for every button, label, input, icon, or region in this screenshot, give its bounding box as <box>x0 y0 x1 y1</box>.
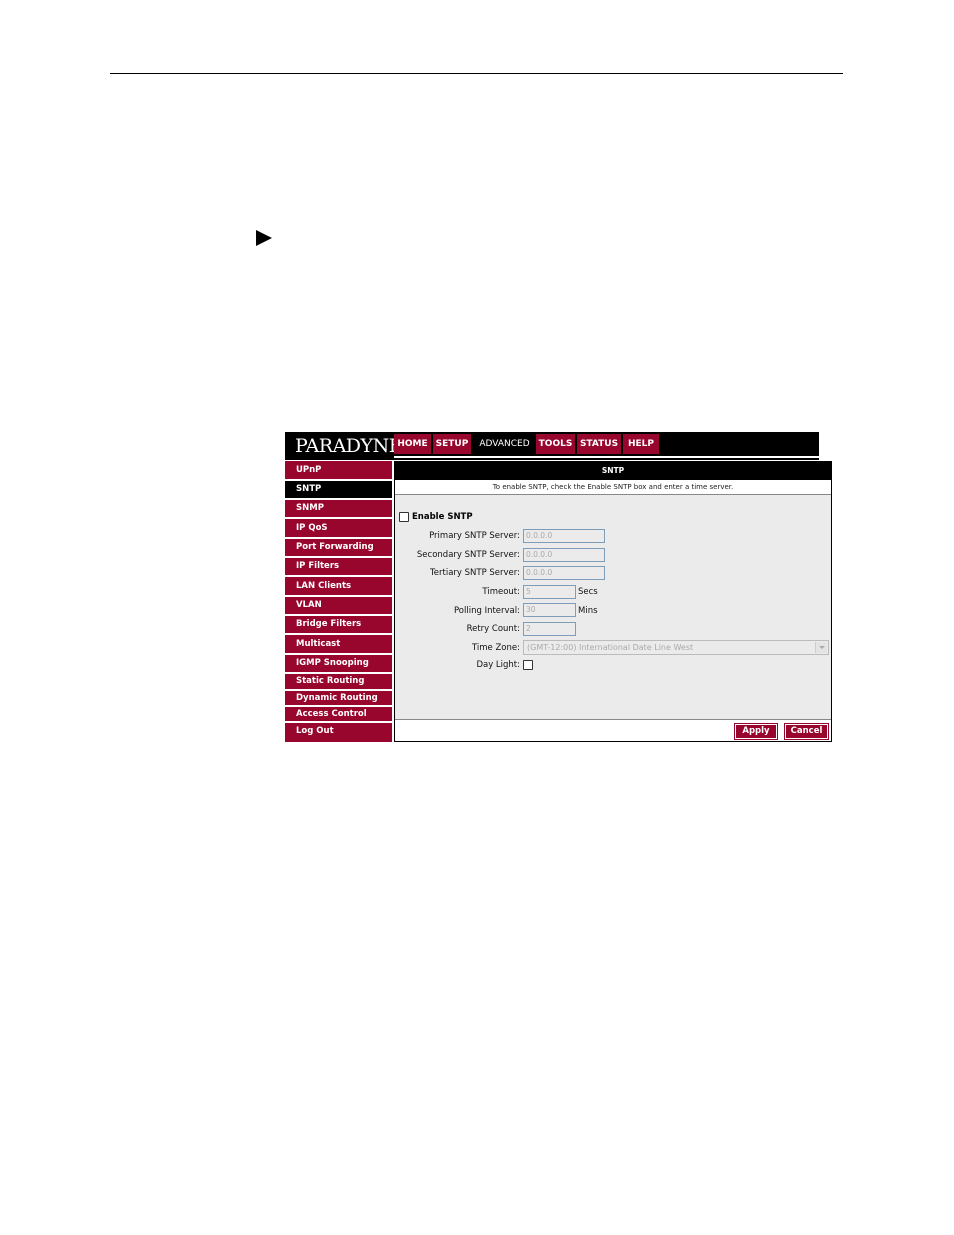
sidebar-item-vlan[interactable]: VLAN <box>285 597 392 616</box>
primary-server-label: Primary SNTP Server: <box>429 531 520 541</box>
router-ui-screenshot: PARADYNE HOME SETUP ADVANCED TOOLS STATU… <box>285 432 832 742</box>
nav-help[interactable]: HELP <box>623 434 659 454</box>
timeout-input[interactable]: 5 <box>523 585 576 599</box>
panel-title: SNTP <box>395 462 831 480</box>
enable-sntp-checkbox[interactable] <box>399 512 409 522</box>
secondary-server-label: Secondary SNTP Server: <box>416 550 520 560</box>
sidebar-item-bridge-filters[interactable]: Bridge Filters <box>285 616 392 635</box>
sidebar-item-port-forwarding[interactable]: Port Forwarding <box>285 539 392 558</box>
sidebar-item-ip-filters[interactable]: IP Filters <box>285 558 392 577</box>
sidebar-item-igmp-snooping[interactable]: IGMP Snooping <box>285 655 392 674</box>
paradyne-logo: PARADYNE <box>295 435 403 457</box>
nav-home[interactable]: HOME <box>394 434 431 454</box>
tertiary-server-label: Tertiary SNTP Server: <box>430 568 520 578</box>
nav-status[interactable]: STATUS <box>577 434 621 454</box>
apply-button[interactable]: Apply <box>734 723 778 740</box>
time-zone-label: Time Zone: <box>471 643 520 653</box>
panel-description: To enable SNTP, check the Enable SNTP bo… <box>395 480 831 495</box>
sidebar-item-upnp[interactable]: UPnP <box>285 461 392 481</box>
sntp-panel: SNTP To enable SNTP, check the Enable SN… <box>394 461 832 742</box>
time-zone-select[interactable]: (GMT-12:00) International Date Line West <box>523 640 829 655</box>
sidebar-item-lan-clients[interactable]: LAN Clients <box>285 577 392 597</box>
secondary-server-input[interactable]: 0.0.0.0 <box>523 548 605 562</box>
top-bar: PARADYNE HOME SETUP ADVANCED TOOLS STATU… <box>285 432 819 460</box>
sidebar-item-static-routing[interactable]: Static Routing <box>285 674 392 691</box>
polling-interval-input[interactable]: 30 <box>523 603 576 617</box>
sidebar-item-access-control[interactable]: Access Control <box>285 707 392 723</box>
time-zone-value: (GMT-12:00) International Date Line West <box>527 643 694 652</box>
polling-interval-label: Polling Interval: <box>453 606 520 616</box>
nav-tools[interactable]: TOOLS <box>536 434 575 454</box>
enable-sntp-label: Enable SNTP <box>412 512 473 522</box>
sidebar-item-dynamic-routing[interactable]: Dynamic Routing <box>285 691 392 707</box>
retry-count-input[interactable]: 2 <box>523 622 576 636</box>
tertiary-server-input[interactable]: 0.0.0.0 <box>523 566 605 580</box>
timeout-label: Timeout: <box>482 587 520 597</box>
retry-count-label: Retry Count: <box>466 624 520 634</box>
cancel-button[interactable]: Cancel <box>784 723 829 740</box>
nav-advanced[interactable]: ADVANCED <box>473 434 536 454</box>
polling-interval-unit: Mins <box>578 606 598 616</box>
timeout-unit: Secs <box>578 587 598 597</box>
enable-sntp-row: Enable SNTP <box>399 512 473 522</box>
page-top-rule <box>110 73 843 74</box>
chevron-down-icon[interactable] <box>815 642 827 653</box>
day-light-label: Day Light: <box>476 660 520 670</box>
sidebar-item-snmp[interactable]: SNMP <box>285 500 392 519</box>
procedure-arrow-icon <box>256 230 272 246</box>
nav-setup[interactable]: SETUP <box>433 434 471 454</box>
primary-server-input[interactable]: 0.0.0.0 <box>523 529 605 543</box>
topbar-divider <box>394 456 819 458</box>
sidebar-item-sntp[interactable]: SNTP <box>285 481 392 500</box>
sidebar-item-multicast[interactable]: Multicast <box>285 635 392 655</box>
sidebar-item-ip-qos[interactable]: IP QoS <box>285 519 392 539</box>
panel-footer: Apply Cancel <box>395 719 831 741</box>
sidebar-item-log-out[interactable]: Log Out <box>285 723 392 742</box>
day-light-checkbox[interactable] <box>523 660 533 670</box>
